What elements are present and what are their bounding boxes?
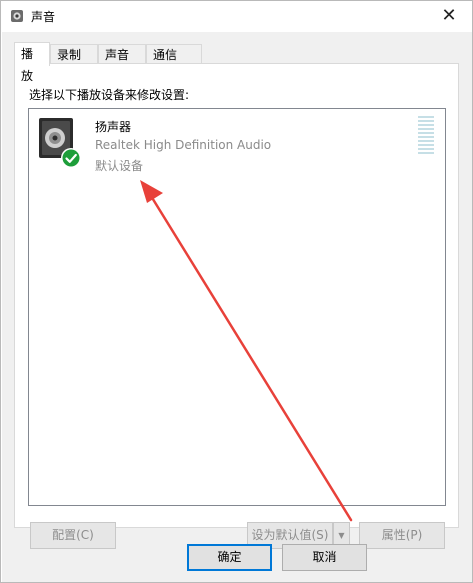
client-area: 播放 录制 声音 通信 选择以下播放设备来修改设置: 扬声器 Realtek H…: [2, 32, 472, 582]
sound-dialog: 声音 ✕ 播放 录制 声音 通信 选择以下播放设备来修改设置: 扬声器 Real…: [0, 0, 473, 583]
cancel-button[interactable]: 取消: [282, 544, 367, 571]
speaker-device-icon: [39, 118, 81, 168]
title-bar: 声音 ✕: [1, 1, 472, 31]
speaker-icon: [11, 10, 23, 22]
chevron-down-icon: ▼: [338, 531, 345, 540]
playback-device-list[interactable]: 扬声器 Realtek High Definition Audio 默认设备: [28, 108, 446, 506]
properties-button[interactable]: 属性(P): [359, 522, 445, 549]
configure-button[interactable]: 配置(C): [30, 522, 116, 549]
volume-level-meter: [418, 116, 434, 156]
close-icon: ✕: [441, 5, 457, 26]
device-name: 扬声器: [95, 120, 132, 134]
list-item-speakers[interactable]: 扬声器 Realtek High Definition Audio 默认设备: [30, 110, 444, 174]
playback-tab-page: 选择以下播放设备来修改设置: 扬声器 Realtek High Definiti…: [14, 63, 459, 549]
green-checkmark-icon: [61, 148, 81, 168]
device-driver: Realtek High Definition Audio: [95, 138, 272, 152]
close-button[interactable]: ✕: [426, 1, 472, 31]
tab-sounds[interactable]: 声音: [98, 44, 146, 64]
tab-communications[interactable]: 通信: [146, 44, 202, 64]
device-status: 默认设备: [95, 159, 144, 173]
tab-recording[interactable]: 录制: [50, 44, 98, 64]
ok-button[interactable]: 确定: [187, 544, 272, 571]
window-title: 声音: [31, 10, 56, 24]
playback-instruction: 选择以下播放设备来修改设置:: [29, 88, 190, 102]
tab-playback[interactable]: 播放: [14, 42, 50, 83]
